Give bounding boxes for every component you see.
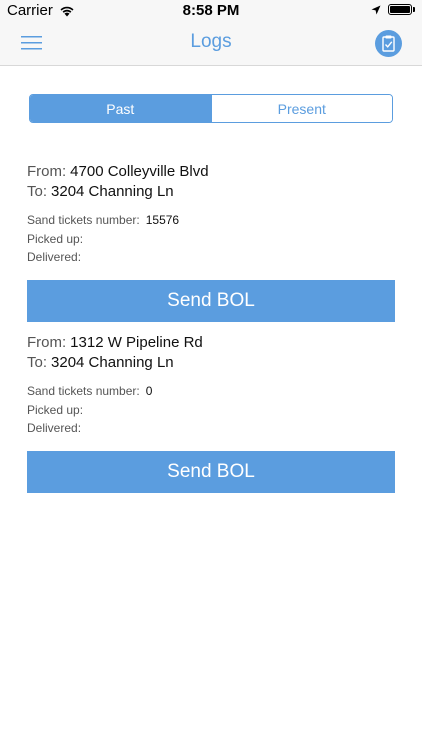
to-row: To: 3204 Channing Ln xyxy=(27,183,174,200)
to-label: To: xyxy=(27,354,48,371)
to-address: 3204 Channing Ln xyxy=(51,183,174,200)
from-address: 1312 W Pipeline Rd xyxy=(70,334,203,351)
status-right xyxy=(371,4,415,15)
from-row: From: 1312 W Pipeline Rd xyxy=(27,334,203,351)
from-row: From: 4700 Colleyville Blvd xyxy=(27,163,209,180)
delivered-row: Delivered: xyxy=(27,250,87,264)
page-title: Logs xyxy=(190,31,232,52)
picked-up-row: Picked up: xyxy=(27,232,89,246)
sand-tickets-row: Sand tickets number: 0 xyxy=(27,384,152,398)
delivered-label: Delivered: xyxy=(27,250,82,264)
send-bol-button[interactable]: Send BOL xyxy=(27,280,395,322)
picked-up-label: Picked up: xyxy=(27,403,84,417)
to-address: 3204 Channing Ln xyxy=(51,354,174,371)
segment-past[interactable]: Past xyxy=(30,95,211,122)
picked-up-label: Picked up: xyxy=(27,232,84,246)
location-arrow-icon xyxy=(371,5,381,14)
to-label: To: xyxy=(27,183,48,200)
navigation-bar: Logs xyxy=(0,22,422,66)
from-label: From: xyxy=(27,334,67,351)
sand-tickets-value: 0 xyxy=(145,384,153,398)
battery-fill xyxy=(390,6,410,13)
sand-tickets-row: Sand tickets number: 15576 xyxy=(27,213,179,227)
past-present-segmented-control: Past Present xyxy=(29,94,393,123)
segment-present[interactable]: Present xyxy=(210,95,392,122)
battery-tip xyxy=(413,7,415,12)
delivered-label: Delivered: xyxy=(27,421,82,435)
from-label: From: xyxy=(27,163,67,180)
to-row: To: 3204 Channing Ln xyxy=(27,354,174,371)
status-bar: Carrier 8:58 PM xyxy=(0,0,422,22)
status-time: 8:58 PM xyxy=(182,2,240,19)
delivered-row: Delivered: xyxy=(27,421,87,435)
sand-tickets-label: Sand tickets number: xyxy=(27,213,140,227)
battery-icon xyxy=(388,4,412,15)
send-bol-button[interactable]: Send BOL xyxy=(27,451,395,493)
sand-tickets-value: 15576 xyxy=(145,213,180,227)
picked-up-row: Picked up: xyxy=(27,403,89,417)
sand-tickets-label: Sand tickets number: xyxy=(27,384,140,398)
from-address: 4700 Colleyville Blvd xyxy=(70,163,209,180)
clipboard-check-icon[interactable] xyxy=(375,30,402,57)
